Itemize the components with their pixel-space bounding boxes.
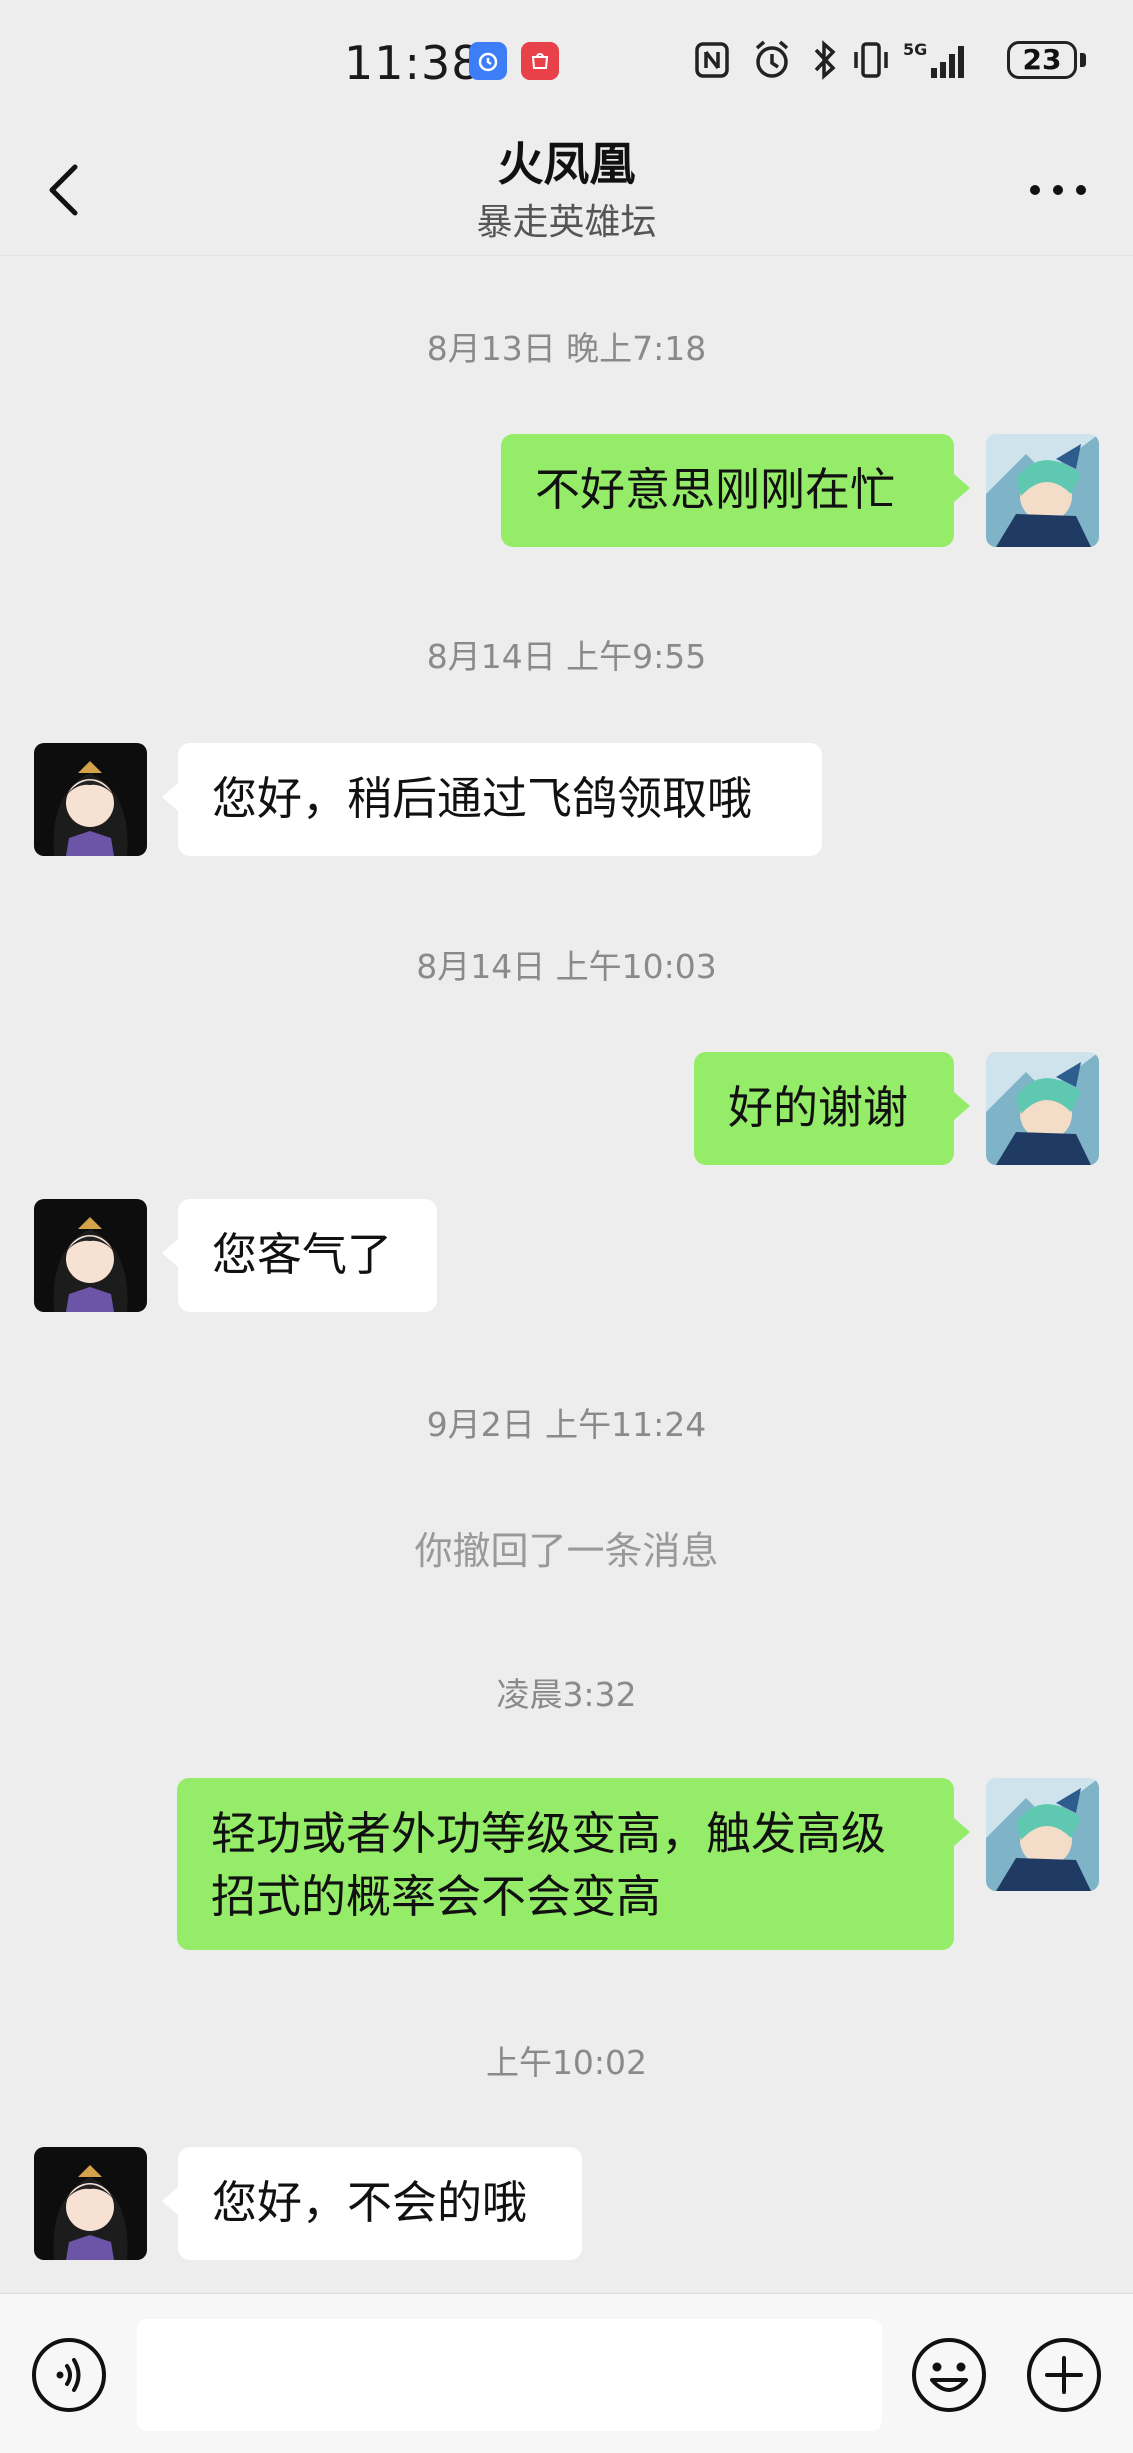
input-bar <box>0 2293 1133 2453</box>
message-input[interactable] <box>137 2319 882 2431</box>
chat-subtitle: 暴走英雄坛 <box>476 202 657 243</box>
voice-icon <box>32 2338 106 2412</box>
timestamp: 8月14日 上午10:03 <box>416 947 717 986</box>
incoming-message[interactable]: 您客气了 <box>162 1199 437 1312</box>
vibrate-icon <box>854 42 888 78</box>
chat-title: 火凤凰 <box>497 137 636 191</box>
more-actions-button[interactable] <box>1025 2336 1103 2414</box>
incoming-message[interactable]: 您好，不会的哦 <box>162 2147 582 2260</box>
nfc-icon <box>695 42 729 78</box>
outgoing-message[interactable]: 不好意思刚刚在忙 <box>501 434 970 547</box>
more-icon <box>1030 185 1086 195</box>
bluetooth-icon <box>814 40 836 80</box>
outgoing-message[interactable]: 好的谢谢 <box>694 1052 970 1165</box>
message-line: 招式的概率会不会变高 <box>211 1870 662 1923</box>
my-avatar[interactable] <box>986 1052 1099 1165</box>
network-label: 5G <box>903 40 927 59</box>
timestamp: 8月14日 上午9:55 <box>426 637 707 676</box>
message-line: 轻功或者外功等级变高，触发高级 <box>211 1807 887 1860</box>
contact-avatar[interactable] <box>34 2147 147 2260</box>
battery-nub <box>1080 53 1086 67</box>
emoji-icon <box>912 2338 986 2412</box>
app-store-icon <box>521 42 559 80</box>
battery-indicator: 23 <box>1007 41 1077 79</box>
contact-avatar[interactable] <box>34 743 147 856</box>
status-icons: 5G 23 <box>693 38 1133 84</box>
contact-avatar[interactable] <box>34 1199 147 1312</box>
clock-app-icon <box>469 42 507 80</box>
timestamp: 凌晨3:32 <box>496 1675 637 1714</box>
timestamp: 8月13日 晚上7:18 <box>426 329 707 368</box>
battery-level: 23 <box>1022 43 1062 76</box>
status-time: 11:38 <box>344 36 482 90</box>
incoming-message[interactable]: 您好，稍后通过飞鸽领取哦 <box>162 743 822 856</box>
alarm-icon <box>755 40 789 78</box>
emoji-button[interactable] <box>910 2336 988 2414</box>
my-avatar[interactable] <box>986 434 1099 547</box>
plus-icon <box>1027 2338 1101 2412</box>
my-avatar[interactable] <box>986 1778 1099 1891</box>
chat-header: 火凤凰 暴走英雄坛 <box>0 125 1133 256</box>
outgoing-message[interactable]: 轻功或者外功等级变高，触发高级 招式的概率会不会变高 <box>177 1778 970 1950</box>
voice-input-button[interactable] <box>30 2336 108 2414</box>
chat-screen: 11:38 5G 23 火凤凰 暴走英雄坛 8月13日 晚上7:18 不好意思刚… <box>0 0 1133 2453</box>
signal-5g-icon: 5G <box>903 40 964 78</box>
timestamp: 9月2日 上午11:24 <box>426 1405 707 1444</box>
more-options-button[interactable] <box>1023 165 1093 215</box>
timestamp: 上午10:02 <box>485 2043 648 2082</box>
recall-notice: 你撤回了一条消息 <box>414 1529 719 1573</box>
status-bar: 11:38 5G 23 <box>0 0 1133 125</box>
